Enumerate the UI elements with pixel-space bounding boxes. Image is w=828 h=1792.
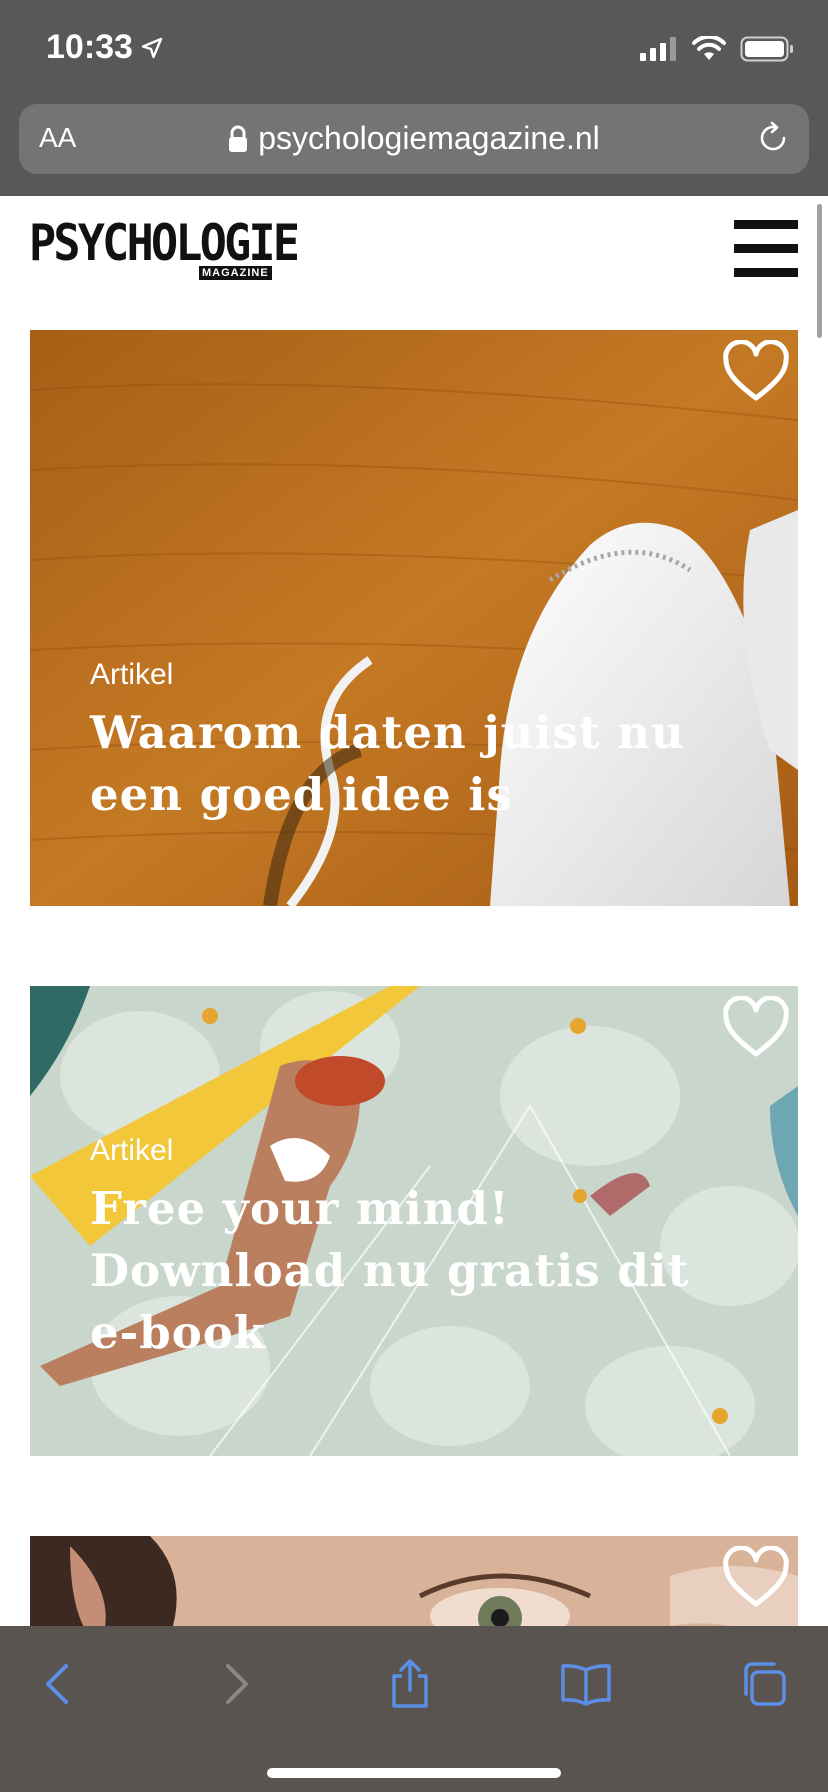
site-logo[interactable]: PSYCHOLOGIE MAGAZINE [29, 214, 327, 280]
forward-icon [226, 1664, 248, 1704]
signal-icon [640, 37, 676, 61]
tabs-icon [744, 1662, 786, 1706]
status-time: 10:33 [46, 28, 133, 66]
battery-icon [740, 36, 793, 62]
back-button[interactable] [28, 1654, 88, 1714]
heart-icon[interactable] [722, 1546, 790, 1610]
status-indicators [640, 36, 794, 62]
logo-text: PSYCHOLOGIE [29, 214, 300, 272]
card-category: Artikel [90, 1134, 174, 1167]
address-field[interactable]: AA psychologiemagazine.nl [19, 104, 809, 174]
wifi-icon [692, 36, 726, 60]
article-card[interactable]: Artikel Waarom daten juist nu een goed i… [30, 330, 798, 906]
reload-icon[interactable] [755, 120, 791, 156]
forward-button[interactable] [206, 1654, 266, 1714]
location-arrow-icon [141, 37, 163, 59]
status-bar: 10:33 [0, 0, 828, 98]
logo-subtext: MAGAZINE [199, 266, 272, 280]
url-text: psychologiemagazine.nl [258, 120, 600, 157]
bookmarks-button[interactable] [556, 1654, 616, 1714]
heart-icon[interactable] [722, 996, 790, 1060]
url-display[interactable]: psychologiemagazine.nl [19, 118, 809, 157]
card-title[interactable]: Free your mind! Download nu gratis dit e… [90, 1178, 730, 1364]
lock-icon [229, 125, 248, 152]
menu-icon[interactable] [734, 220, 798, 277]
share-button[interactable] [380, 1654, 440, 1714]
heart-icon[interactable] [722, 340, 790, 404]
share-icon [392, 1659, 428, 1708]
page-scrollbar[interactable] [817, 204, 822, 338]
browser-toolbar [0, 1626, 828, 1792]
back-icon [46, 1664, 68, 1704]
site-header: PSYCHOLOGIE MAGAZINE [0, 196, 828, 316]
browser-url-bar: AA psychologiemagazine.nl [0, 98, 828, 196]
article-card[interactable]: Artikel Free your mind! Download nu grat… [30, 986, 798, 1456]
card-category: Artikel [90, 658, 174, 691]
card-title[interactable]: Waarom daten juist nu een goed idee is [90, 702, 730, 826]
bookmarks-icon [561, 1664, 611, 1706]
tabs-button[interactable] [734, 1654, 794, 1714]
home-indicator[interactable] [267, 1768, 561, 1778]
